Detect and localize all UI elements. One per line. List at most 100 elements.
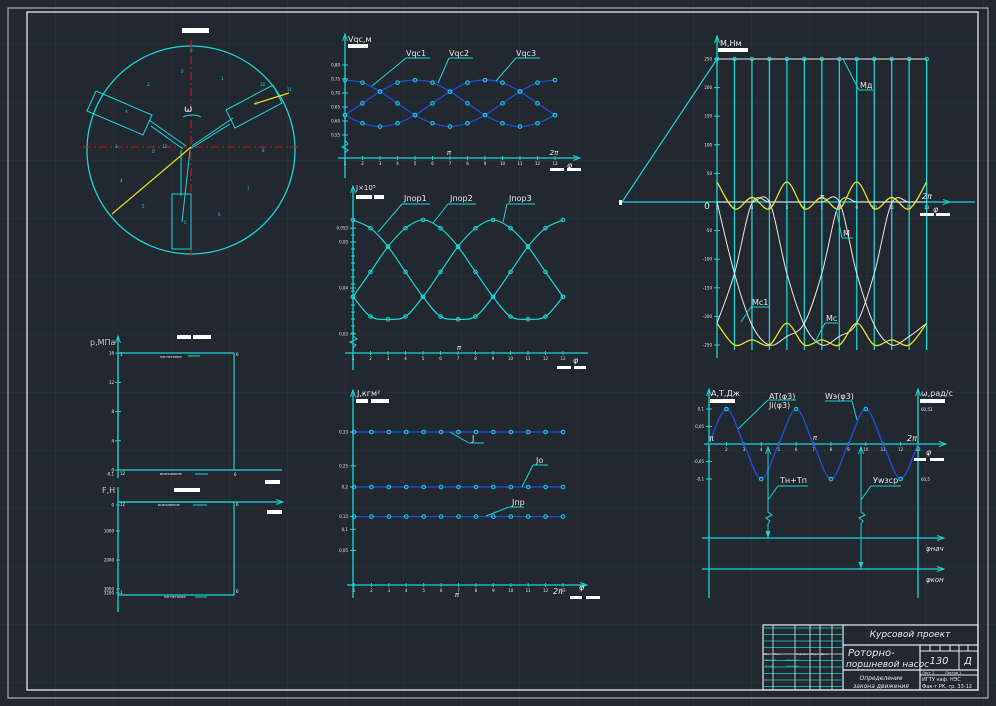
label-placeholder-box — [936, 213, 950, 216]
y-tick-label: 0,55 — [331, 133, 340, 138]
mc1-label: Mc1 — [752, 298, 768, 307]
x-tick-label: 7 — [449, 161, 452, 166]
y-tick-label: 0,60 — [331, 119, 340, 124]
x-tick-label: 3 — [387, 356, 390, 361]
x-tick-label: 4 — [405, 588, 408, 593]
y-tick-label: 0,13 — [339, 514, 348, 519]
y-axis-title: A,T,Дж — [711, 389, 740, 398]
y-tick-label: 0,1 — [342, 527, 349, 532]
label-placeholder-box — [267, 510, 282, 514]
y-tick-label: -150 — [703, 285, 713, 290]
x-tick-label: 8 — [474, 356, 477, 361]
y-tick-label: 150 — [704, 114, 712, 119]
x-tick-label: 4 — [404, 356, 407, 361]
wcp-label: Уwзср — [873, 476, 898, 485]
x-tick-label: 10 — [508, 588, 514, 593]
subject-line2: закона движения — [853, 683, 909, 690]
two-pi-label: 2π — [553, 587, 563, 596]
label-placeholder-box — [567, 168, 581, 171]
y-tick-label: 250 — [704, 57, 712, 62]
x-tick-label: 5 — [777, 447, 780, 452]
x-tick-label: 8 — [475, 588, 478, 593]
tb-role-header: № докум. — [796, 653, 809, 656]
x-tick-label: 4 — [396, 161, 399, 166]
x-tick-label: 11 — [517, 161, 523, 166]
x-tick-label: 11 — [526, 588, 532, 593]
phi-start-label: φнач — [926, 545, 944, 553]
two-pi-label: 2π — [922, 192, 932, 201]
x-tick-label: 9 — [492, 356, 495, 361]
org-line1: ИГТУ каф. НЭС — [922, 677, 961, 683]
label-placeholder-box — [570, 596, 582, 599]
x-tick-label: 8 — [466, 161, 469, 166]
y-tick-label: 100 — [704, 142, 712, 147]
drawing-number: 130 — [929, 656, 948, 667]
tb-person-role: Разраб. — [765, 658, 777, 662]
x-tick-label: 12 — [543, 356, 549, 361]
x-tick-label: 1 — [708, 447, 711, 452]
y-tick-label: 0,05 — [695, 424, 704, 429]
process-note: нагнетание — [160, 355, 182, 359]
x-tick-label: 2 — [725, 447, 728, 452]
process-note: всасывание — [160, 472, 182, 476]
y-axis-title: F,Н — [102, 486, 115, 495]
tn-label: Тн+Тп — [779, 476, 807, 485]
series-label: Jпор3 — [508, 194, 532, 203]
x-tick-label: 12 — [898, 447, 904, 452]
x-tick-label: 6 — [439, 356, 442, 361]
phi-label: φ — [579, 583, 585, 592]
x-tick-label: 2 — [370, 588, 373, 593]
ji-label: Ji(φ3) — [768, 401, 790, 410]
y-axis-title: р,МПа — [90, 338, 116, 347]
pi-label: π — [709, 434, 714, 443]
label-placeholder-box — [356, 195, 372, 199]
x-tick-label: 13 — [560, 356, 566, 361]
label-placeholder-box — [920, 213, 934, 216]
y-tick-label: 50 — [707, 171, 713, 176]
y-tick-label: 16 — [109, 351, 115, 356]
two-pi-label: 2π — [550, 149, 559, 157]
y-tick-label: -250 — [703, 343, 713, 348]
phi-label: φ — [573, 356, 579, 365]
right-axis-title: ω,рад/с — [921, 389, 953, 398]
x-tick-label: 11 — [525, 356, 531, 361]
corner-label: 12 — [120, 471, 126, 476]
corner-label: 12 — [120, 502, 126, 507]
y-tick-label: 0,04 — [339, 286, 348, 291]
x-tick-label: 10 — [863, 447, 869, 452]
label-placeholder-box — [348, 44, 368, 48]
tb-role-header: Изм — [764, 652, 769, 656]
right-tick-label: 60,53 — [921, 407, 933, 412]
y-tick-label: -0,1 — [106, 472, 114, 477]
x-tick-label: 13 — [924, 205, 930, 210]
y-tick-label: 0,03 — [339, 332, 348, 337]
label-placeholder-box — [550, 168, 564, 171]
x-tick-label: 5 — [422, 588, 425, 593]
x-tick-label: 10 — [500, 161, 506, 166]
y-axis-title: J×10⁵ — [355, 184, 376, 192]
md-label: Mд — [860, 81, 873, 90]
y-axis-title: M,Нм — [720, 39, 742, 48]
mechanism-title-box — [182, 28, 209, 33]
y-tick-label: 200 — [704, 85, 712, 90]
y-tick-label: 0,80 — [331, 63, 340, 68]
label-placeholder-box — [557, 366, 571, 369]
series-label: Jпор2 — [449, 194, 473, 203]
x-tick-label: 5 — [422, 356, 425, 361]
y-tick-label: 0,05 — [339, 548, 348, 553]
m-label: M — [843, 229, 850, 238]
cad-drawing-sheet[interactable]: ωABCD0123456789101112Vqc,м0,800,750,700,… — [0, 0, 996, 706]
x-tick-label: 9 — [484, 161, 487, 166]
label-placeholder-box — [174, 488, 187, 492]
x-tick-label: 5 — [414, 161, 417, 166]
origin-label: 0 — [704, 202, 710, 212]
y-tick-label: -50 — [705, 228, 712, 233]
x-tick-label: 1 — [353, 588, 356, 593]
x-tick-label: 12 — [543, 588, 549, 593]
axis-end-marker — [619, 200, 622, 205]
series-label: Jпр — [511, 498, 525, 507]
label-placeholder-box — [186, 488, 200, 492]
drawing-letter: Д — [963, 656, 972, 667]
x-tick-label: 9 — [855, 205, 858, 210]
label-placeholder-box — [193, 335, 211, 339]
